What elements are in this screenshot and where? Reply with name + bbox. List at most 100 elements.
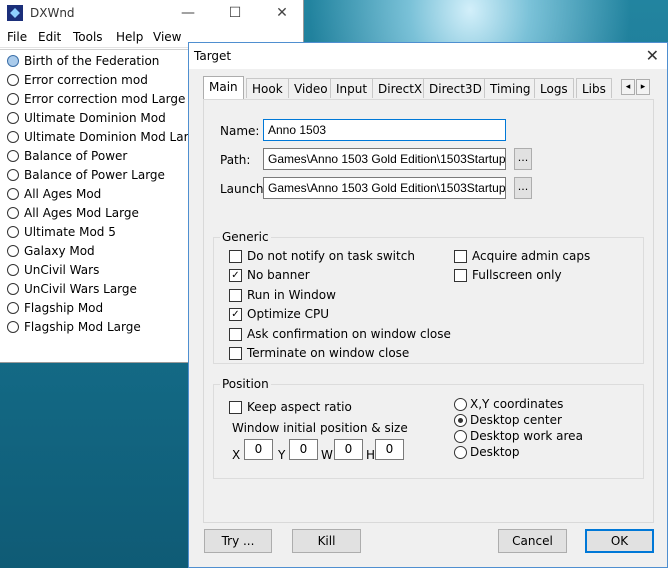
mod-label: Ultimate Dominion Mod Large [24,130,204,144]
tab-input[interactable]: Input [330,78,374,98]
xy-coordinates-label: X,Y coordinates [470,397,564,411]
radio-desktop-center[interactable] [454,414,467,427]
close-button[interactable]: ✕ [259,0,305,27]
launch-browse-button[interactable]: ... [514,177,532,199]
dialog-title-bar: Target ✕ [189,43,667,69]
radio-icon[interactable] [7,74,19,86]
mod-label: Ultimate Dominion Mod [24,111,166,125]
checkbox-fullscreen-only[interactable] [454,269,467,282]
window-title: DXWnd [30,6,75,20]
h-input[interactable]: 0 [375,439,404,460]
tab-directx[interactable]: DirectX [372,78,429,98]
radio-icon[interactable] [7,226,19,238]
x-label: X [232,448,241,462]
menu-tools[interactable]: Tools [73,30,103,44]
radio-icon[interactable] [7,264,19,276]
terminate-on-close-label: Terminate on window close [247,346,410,360]
window-position-label: Window initial position & size [232,421,408,435]
radio-icon[interactable] [7,283,19,295]
path-browse-button[interactable]: ... [514,148,532,170]
menu-view[interactable]: View [153,30,181,44]
name-label: Name: [220,124,260,138]
dialog-close-icon[interactable]: ✕ [646,46,659,65]
dialog-title: Target [194,49,232,63]
title-bar: DXWnd — ☐ ✕ [0,0,303,27]
radio-icon[interactable] [7,169,19,181]
launch-field[interactable]: Games\Anno 1503 Gold Edition\1503Startup… [263,177,506,199]
radio-icon[interactable] [7,131,19,143]
tab-strip: Main Hook Video Input DirectX Direct3D T… [203,76,648,99]
desktop-center-label: Desktop center [470,413,562,427]
radio-desktop[interactable] [454,446,467,459]
radio-icon[interactable] [7,302,19,314]
menu-file[interactable]: File [7,30,27,44]
w-label: W [321,448,333,462]
mod-label: Birth of the Federation [24,54,160,68]
tab-timing[interactable]: Timing [484,78,537,98]
tab-libs[interactable]: Libs [576,78,612,98]
kill-button[interactable]: Kill [292,529,361,553]
target-dialog: Target ✕ Main Hook Video Input DirectX D… [188,42,668,568]
checkbox-no-banner[interactable]: ✓ [229,269,242,282]
optimize-cpu-label: Optimize CPU [247,307,330,321]
name-field[interactable]: Anno 1503 [263,119,506,141]
mod-label: Flagship Mod [24,301,104,315]
app-icon [7,5,23,21]
keep-aspect-label: Keep aspect ratio [247,400,352,414]
radio-xy-coordinates[interactable] [454,398,467,411]
try-button[interactable]: Try ... [204,529,272,553]
tab-direct3d[interactable]: Direct3D [423,78,488,98]
mod-label: Galaxy Mod [24,244,95,258]
position-group: Position Keep aspect ratio Window initia… [213,377,644,479]
maximize-button[interactable]: ☐ [212,0,258,27]
radio-icon[interactable] [7,245,19,257]
mod-label: All Ages Mod Large [24,206,139,220]
radio-icon[interactable] [7,112,19,124]
checkbox-admin-caps[interactable] [454,250,467,263]
path-field[interactable]: Games\Anno 1503 Gold Edition\1503Startup… [263,148,506,170]
mod-label: Error correction mod Large [24,92,186,106]
desktop-label: Desktop [470,445,520,459]
minimize-button[interactable]: — [165,0,211,27]
tab-video[interactable]: Video [288,78,334,98]
generic-group: Generic Do not notify on task switch ✓ N… [213,230,644,364]
y-input[interactable]: 0 [289,439,318,460]
scroll-left-icon[interactable]: ◂ [621,79,635,95]
checkbox-run-in-window[interactable] [229,289,242,302]
run-in-window-label: Run in Window [247,288,336,302]
no-banner-label: No banner [247,268,310,282]
checkbox-no-notify[interactable] [229,250,242,263]
scroll-right-icon[interactable]: ▸ [636,79,650,95]
tab-main[interactable]: Main [203,76,244,99]
checkbox-terminate-on-close[interactable] [229,347,242,360]
tab-logs[interactable]: Logs [534,78,574,98]
fullscreen-only-label: Fullscreen only [472,268,562,282]
radio-icon[interactable] [7,93,19,105]
radio-icon[interactable] [7,321,19,333]
mod-label: Ultimate Mod 5 [24,225,116,239]
position-group-title: Position [220,377,271,391]
menu-help[interactable]: Help [116,30,143,44]
checkbox-keep-aspect[interactable] [229,401,242,414]
radio-icon[interactable] [7,188,19,200]
tab-hook[interactable]: Hook [246,78,289,98]
checkbox-optimize-cpu[interactable]: ✓ [229,308,242,321]
radio-icon[interactable] [7,55,19,67]
desktop-work-area-label: Desktop work area [470,429,583,443]
h-label: H [366,448,376,462]
mod-label: All Ages Mod [24,187,102,201]
x-input[interactable]: 0 [244,439,273,460]
launch-label: Launch: [220,182,268,196]
mod-label: Balance of Power [24,149,128,163]
tab-scroll: ◂ ▸ [621,79,651,95]
ok-button[interactable]: OK [585,529,654,553]
w-input[interactable]: 0 [334,439,363,460]
radio-icon[interactable] [7,150,19,162]
checkbox-ask-confirmation[interactable] [229,328,242,341]
radio-desktop-work-area[interactable] [454,430,467,443]
admin-caps-label: Acquire admin caps [472,249,591,263]
menu-edit[interactable]: Edit [38,30,61,44]
cancel-button[interactable]: Cancel [498,529,567,553]
radio-icon[interactable] [7,207,19,219]
mod-label: Error correction mod [24,73,148,87]
